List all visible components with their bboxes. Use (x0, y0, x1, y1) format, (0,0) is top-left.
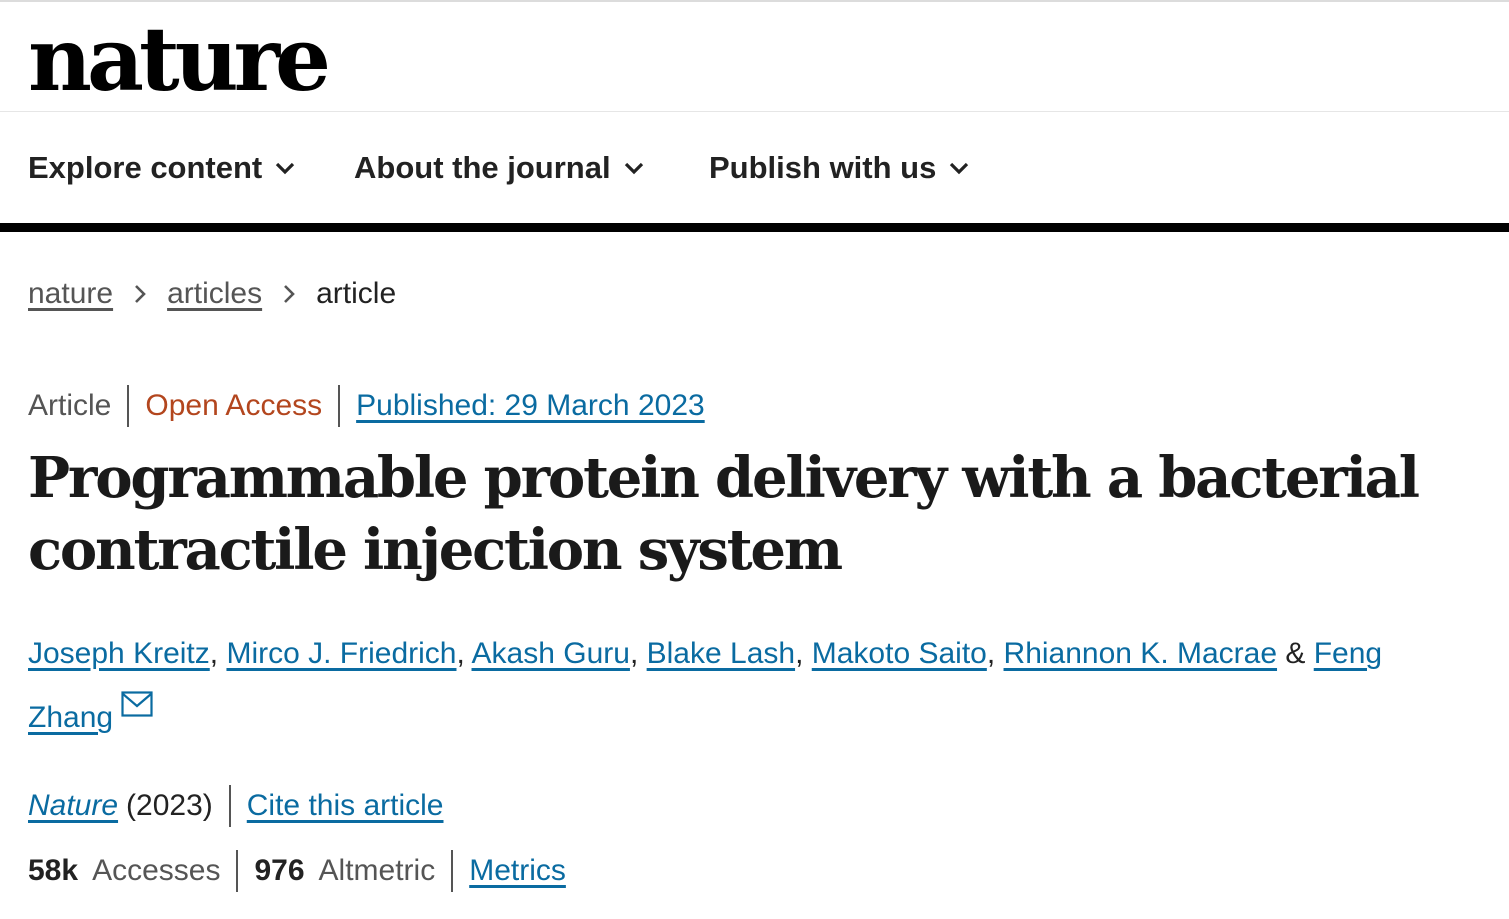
article-meta: Article Open Access Published: 29 March … (28, 384, 705, 428)
open-access-label: Open Access (145, 389, 323, 422)
author-separator: , (795, 637, 804, 670)
divider (236, 850, 239, 892)
nav-item-label: Explore content (28, 150, 263, 185)
article-title: Programmable protein delivery with a bac… (28, 445, 1420, 583)
divider (451, 850, 454, 892)
author-list: Joseph Kreitz, Mirco J. Friedrich, Akash… (28, 622, 1448, 750)
author-link[interactable]: Joseph Kreitz (28, 637, 210, 670)
author-link[interactable]: Blake Lash (647, 637, 795, 670)
author-link[interactable]: Makoto Saito (812, 637, 987, 670)
author-separator: , (986, 637, 996, 670)
chevron-down-icon (624, 162, 643, 175)
journal-citation-row: Nature (2023) Cite this article (28, 784, 444, 828)
breadcrumb-articles[interactable]: articles (167, 277, 262, 311)
divider (338, 385, 341, 427)
published-date-link[interactable]: Published: 29 March 2023 (356, 389, 705, 423)
nav-explore-content[interactable]: Explore content (28, 113, 296, 223)
author-separator: , (629, 637, 639, 670)
author-link[interactable]: Akash Guru (472, 637, 630, 670)
nav-item-label: Publish with us (709, 150, 937, 185)
author-link[interactable]: Rhiannon K. Macrae (1004, 637, 1278, 670)
metrics-link[interactable]: Metrics (469, 854, 566, 888)
altmetric-score: 976 (254, 854, 305, 887)
chevron-right-icon (135, 285, 146, 303)
accesses-label: Accesses (92, 854, 221, 887)
breadcrumb-nature[interactable]: nature (28, 277, 113, 311)
altmetric-label: Altmetric (318, 854, 436, 887)
divider (127, 385, 130, 427)
nav-about-the-journal[interactable]: About the journal (354, 113, 645, 223)
journal-link[interactable]: Nature (28, 789, 118, 823)
breadcrumb: nature articles article (28, 272, 396, 316)
masthead: nature (0, 2, 1509, 112)
metrics-row: 58k Accesses 976 Altmetric Metrics (28, 849, 566, 893)
nav-item-label: About the journal (354, 150, 611, 185)
nav-publish-with-us[interactable]: Publish with us (709, 113, 970, 223)
journal-year: (2023) (126, 789, 213, 822)
author-separator: , (456, 637, 465, 670)
chevron-right-icon (284, 285, 295, 303)
author-link[interactable]: Mirco J. Friedrich (226, 637, 456, 670)
cite-article-link[interactable]: Cite this article (247, 789, 444, 823)
chevron-down-icon (950, 162, 969, 175)
divider (228, 785, 231, 827)
author-separator: & (1285, 637, 1306, 670)
accesses-count: 58k (28, 854, 79, 887)
main-nav: Explore content About the journal Publis… (0, 113, 1509, 223)
envelope-icon[interactable] (121, 691, 153, 717)
chevron-down-icon (276, 162, 295, 175)
nature-logo[interactable]: nature (28, 4, 331, 114)
nav-divider (0, 223, 1509, 232)
article-type: Article (28, 389, 112, 422)
breadcrumb-current: article (316, 277, 397, 310)
author-separator: , (209, 637, 219, 670)
